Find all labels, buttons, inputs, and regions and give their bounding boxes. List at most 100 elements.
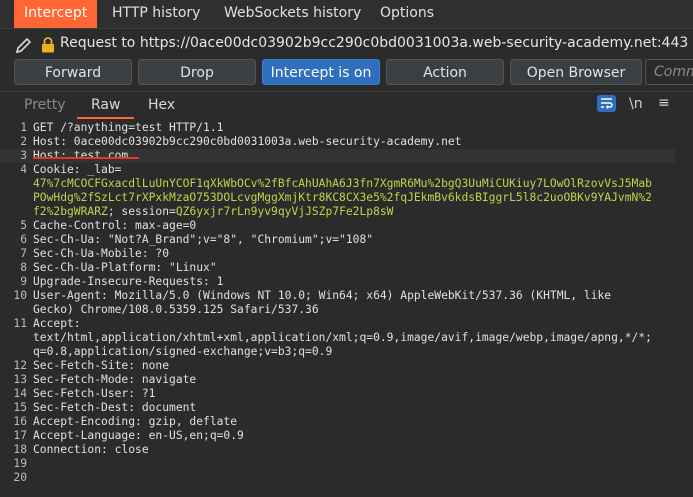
code-line[interactable]: 11 Accept: [0,317,693,331]
code-line[interactable]: 16 Accept-Encoding: gzip, deflate [0,415,693,429]
code-line[interactable]: 13 Sec-Fetch-Mode: navigate [0,373,693,387]
line-content: Sec-Ch-Ua-Mobile: ?0 [33,247,169,261]
cookie-value: QZ6yxjr7rLn9yv9qyVjJSZp7Fe2Lp8sW [175,205,394,218]
line-number: 17 [13,429,27,442]
code-line[interactable]: text/html,application/xhtml+xml,applicat… [0,331,693,345]
line-number: 6 [20,233,27,246]
line-number: 9 [20,275,27,288]
code-line[interactable]: 15 Sec-Fetch-Dest: document [0,401,693,415]
code-text: text/html,application/xhtml+xml,applicat… [33,331,652,344]
line-content: Sec-Fetch-Site: none [33,359,169,373]
line-content: User-Agent: Mozilla/5.0 (Windows NT 10.0… [33,289,611,303]
code-text: Connection: close [33,443,149,456]
line-number: 12 [13,359,27,372]
line-content: 47%7cMCOCFGxacdlLuUnYCOF1qXkWbOCv%2fBfcA… [33,177,652,191]
line-number: 2 [20,135,27,148]
code-line[interactable]: 2 Host: 0ace00dc03902b9cc290c0bd0031003a.… [0,135,693,149]
menu-icon[interactable]: ≡ [658,95,670,113]
line-number: 8 [20,261,27,274]
line-number: 16 [13,415,27,428]
code-line[interactable]: 3 Host: test.com [0,149,675,163]
code-text: Host: test.com [33,149,129,162]
line-content: Sec-Fetch-Dest: document [33,401,196,415]
line-content: Accept-Language: en-US,en;q=0.9 [33,429,244,443]
code-line[interactable]: 5 Cache-Control: max-age=0 [0,219,693,233]
code-line[interactable]: 1 GET /?anything=test HTTP/1.1 [0,121,693,135]
code-text: Accept-Encoding: gzip, deflate [33,415,238,428]
tab-raw[interactable]: Raw [76,97,136,119]
request-info-bar: Request to https://0ace00dc03902b9cc290c… [0,31,693,55]
tab-hex[interactable]: Hex [148,97,175,113]
tab-pretty[interactable]: Pretty [24,97,66,113]
comment-input[interactable]: Comment this item [645,59,693,85]
forward-button[interactable]: Forward [14,59,132,85]
line-number: 5 [20,219,27,232]
code-text: Host: 0ace00dc03902b9cc290c0bd0031003a.w… [33,135,462,148]
code-line[interactable]: 20 [0,471,693,485]
line-number: 4 [20,163,27,176]
code-text: Upgrade-Insecure-Requests: 1 [33,275,224,288]
code-text: ; session= [107,205,176,218]
code-text: q=0.8,application/signed-exchange;v=b3;q… [33,345,333,358]
code-text: Accept-Language: en-US,en;q=0.9 [33,429,244,442]
newline-toggle-icon[interactable]: \n [629,96,643,114]
tab-options[interactable]: Options [380,0,434,27]
action-button[interactable]: Action [386,59,504,85]
line-content: Accept-Encoding: gzip, deflate [33,415,237,429]
code-line[interactable]: 8 Sec-Ch-Ua-Platform: "Linux" [0,261,693,275]
code-text: User-Agent: Mozilla/5.0 (Windows NT 10.0… [33,289,612,302]
code-line[interactable]: 10 User-Agent: Mozilla/5.0 (Windows NT 10… [0,289,693,303]
line-content: POwHdg%2fSzLct7rXPxkMzaO753DOLcvgMggXmjK… [33,191,652,205]
main-tab-bar: Intercept HTTP history WebSockets histor… [0,0,693,29]
intercept-toggle-button[interactable]: Intercept is on [262,59,380,85]
line-content: Connection: close [33,443,149,457]
tab-intercept[interactable]: Intercept [14,0,97,28]
raw-request-editor[interactable]: 1 GET /?anything=test HTTP/1.1 2 Host: 0ace… [0,119,693,497]
code-line[interactable]: q=0.8,application/signed-exchange;v=b3;q… [0,345,693,359]
code-line[interactable]: 12 Sec-Fetch-Site: none [0,359,693,373]
drop-button[interactable]: Drop [138,59,256,85]
tab-http-history[interactable]: HTTP history [112,0,200,27]
line-number: 1 [20,121,27,134]
divider [0,91,693,92]
line-number: 18 [13,443,27,456]
line-content: Cache-Control: max-age=0 [33,219,196,233]
code-line[interactable]: 4 Cookie: _lab= [0,163,693,177]
code-line[interactable]: 19 [0,457,693,471]
line-number: 10 [13,289,27,302]
code-line[interactable]: Gecko) Chrome/108.0.5359.125 Safari/537.… [0,303,693,317]
code-line[interactable]: POwHdg%2fSzLct7rXPxkMzaO753DOLcvgMggXmjK… [0,191,693,205]
open-browser-button[interactable]: Open Browser [510,59,642,85]
line-content: Gecko) Chrome/108.0.5359.125 Safari/537.… [33,303,319,317]
code-text: Accept: [33,317,81,330]
cookie-value: POwHdg%2fSzLct7rXPxkMzaO753DOLcvgMggXmjK… [33,191,652,204]
line-content: Sec-Fetch-User: ?1 [33,387,155,401]
line-number: 13 [13,373,27,386]
code-line[interactable]: 9 Upgrade-Insecure-Requests: 1 [0,275,693,289]
code-line[interactable]: 47%7cMCOCFGxacdlLuUnYCOF1qXkWbOCv%2fBfcA… [0,177,693,191]
code-line[interactable]: 6 Sec-Ch-Ua: "Not?A_Brand";v="8", "Chromi… [0,233,693,247]
line-content: GET /?anything=test HTTP/1.1 [33,121,223,135]
line-content: Host: 0ace00dc03902b9cc290c0bd0031003a.w… [33,135,461,149]
line-content: Sec-Ch-Ua-Platform: "Linux" [33,261,217,275]
code-line[interactable]: 17 Accept-Language: en-US,en;q=0.9 [0,429,693,443]
line-number: 3 [20,149,27,162]
code-line[interactable]: 14 Sec-Fetch-User: ?1 [0,387,693,401]
line-content: q=0.8,application/signed-exchange;v=b3;q… [33,345,332,359]
request-url: Request to https://0ace00dc03902b9cc290c… [60,35,693,51]
code-text: Cache-Control: max-age=0 [33,219,197,232]
code-line[interactable]: 18 Connection: close [0,443,693,457]
intercept-toolbar: Forward Drop Intercept is on Action Open… [0,59,693,87]
code-line[interactable]: 7 Sec-Ch-Ua-Mobile: ?0 [0,247,693,261]
code-text: Cookie: _lab= [33,163,122,176]
tab-websockets-history[interactable]: WebSockets history [224,0,361,27]
code-text: Gecko) Chrome/108.0.5359.125 Safari/537.… [33,303,319,316]
line-number: 7 [20,247,27,260]
code-text: Sec-Fetch-User: ?1 [33,387,156,400]
word-wrap-icon[interactable] [597,95,616,112]
code-line[interactable]: f2%2bgWRARZ; session=QZ6yxjr7rLn9yv9qyVj… [0,205,693,219]
pencil-icon[interactable] [14,37,34,55]
code-text: Sec-Fetch-Mode: navigate [33,373,197,386]
code-text: Sec-Fetch-Site: none [33,359,170,372]
cookie-value: f2%2bgWRARZ [33,205,108,218]
